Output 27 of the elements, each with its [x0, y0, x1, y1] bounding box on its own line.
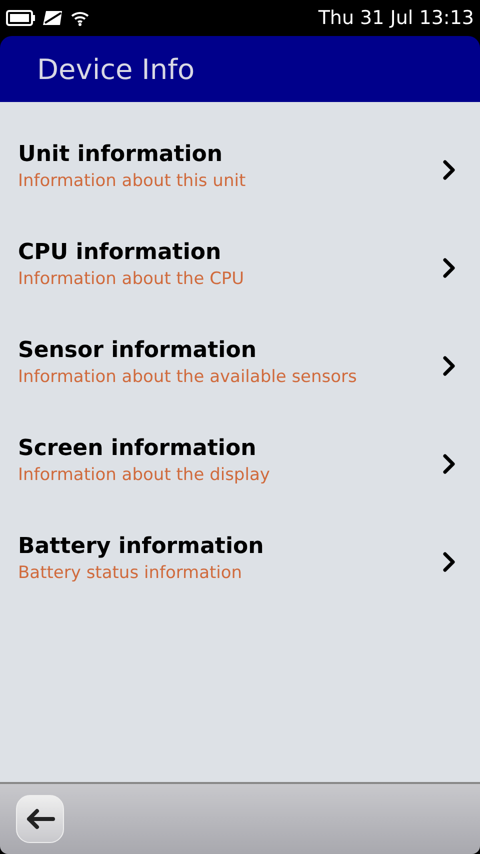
list-item[interactable]: Battery information Battery status information	[0, 518, 480, 616]
page-title: Device Info	[37, 52, 195, 86]
wifi-icon	[70, 10, 90, 26]
chevron-icon	[442, 257, 456, 279]
chevron-icon	[442, 159, 456, 181]
item-title: Sensor information	[18, 338, 258, 363]
list-item[interactable]: Sensor information Information about the available sensors	[0, 322, 480, 420]
item-subtitle: Information about the available sensors	[18, 367, 358, 387]
item-title: Unit information	[18, 142, 224, 167]
item-title: CPU information	[18, 240, 222, 265]
chevron-icon	[442, 551, 456, 573]
status-time: Thu 31 Jul 13:13	[318, 7, 474, 29]
item-subtitle: Information about this unit	[18, 171, 247, 191]
item-subtitle: Battery status information	[18, 563, 244, 583]
back-button[interactable]	[16, 795, 64, 843]
item-subtitle: Information about the CPU	[18, 269, 246, 289]
item-subtitle: Information about the display	[18, 465, 271, 485]
item-title: Battery information	[18, 534, 265, 559]
item-title: Screen information	[18, 436, 258, 461]
list-item[interactable]: Screen information Information about the display	[0, 420, 480, 518]
battery-icon	[6, 10, 36, 26]
list-item[interactable]: Unit information Information about this unit	[0, 126, 480, 224]
back-arrow-icon	[25, 808, 55, 830]
chevron-icon	[442, 355, 456, 377]
chevron-icon	[442, 453, 456, 475]
list-item[interactable]: CPU information Information about the CPU	[0, 224, 480, 322]
no-sim-icon	[42, 10, 64, 26]
